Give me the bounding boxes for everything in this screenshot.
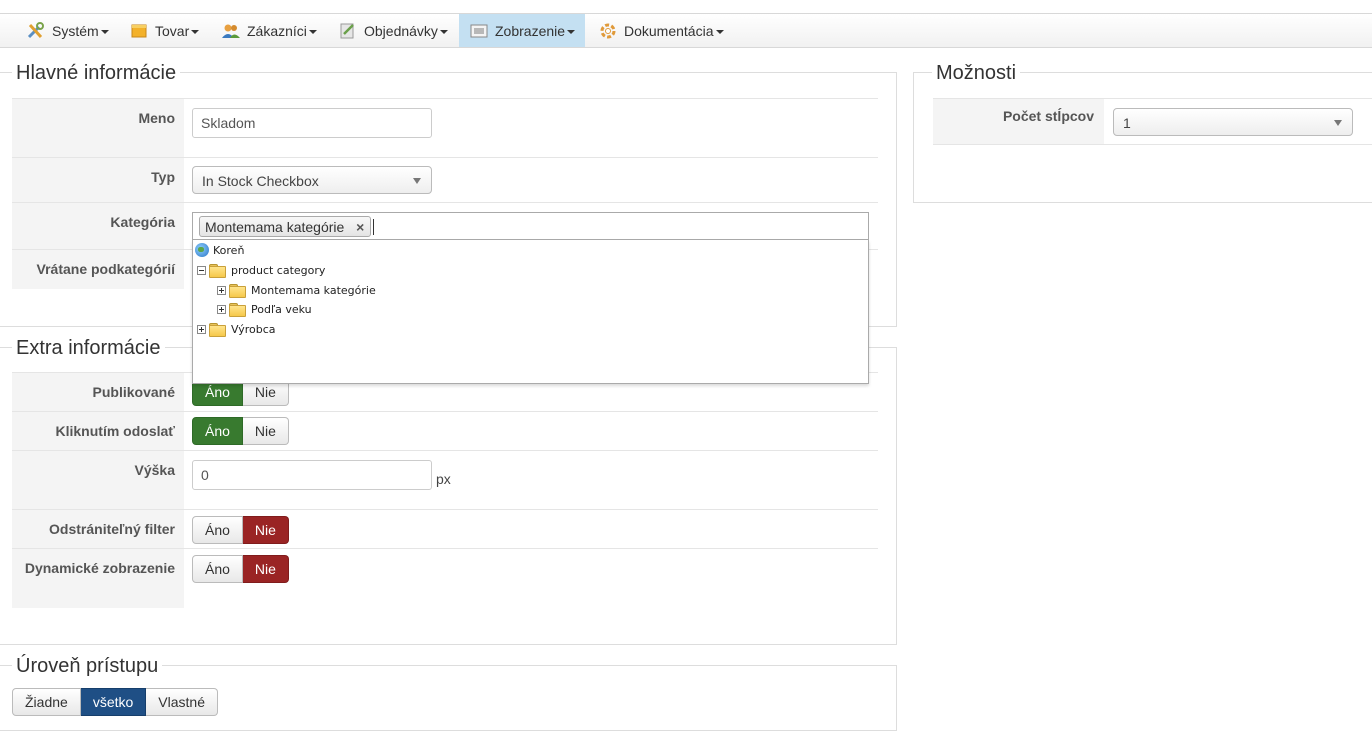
category-multiselect[interactable]: Montemama kategórie × xyxy=(192,212,869,240)
display-icon xyxy=(469,22,489,40)
removable-filter-yes-button[interactable]: Áno xyxy=(192,516,243,544)
submit-on-click-toggle: Áno Nie xyxy=(192,417,289,445)
tree-node-product-category[interactable]: product category xyxy=(197,261,325,279)
name-label: Meno xyxy=(12,99,184,157)
type-select-value: In Stock Checkbox xyxy=(202,173,319,189)
tree-node-label: Výrobca xyxy=(231,322,276,336)
access-none-button[interactable]: Žiadne xyxy=(12,688,81,716)
removable-filter-label: Odstrániteľný filter xyxy=(12,510,184,548)
dynamic-display-yes-button[interactable]: Áno xyxy=(192,555,243,583)
chevron-down-icon xyxy=(413,178,421,184)
published-label: Publikované xyxy=(12,373,184,411)
chevron-down-icon xyxy=(715,29,724,34)
tree-node-label: Montemama kategórie xyxy=(251,283,376,297)
name-row: Meno xyxy=(12,99,878,158)
columns-label: Počet stĺpcov xyxy=(933,99,1104,144)
submit-on-click-row: Kliknutím odoslať xyxy=(12,412,878,451)
submit-on-click-no-button[interactable]: Nie xyxy=(242,417,289,445)
orders-icon xyxy=(338,22,358,40)
folder-open-icon xyxy=(209,263,226,278)
columns-select-value: 1 xyxy=(1123,115,1131,131)
tree-node-label: product category xyxy=(231,263,326,277)
tree-node-by-age[interactable]: Podľa veku xyxy=(217,300,312,318)
height-label: Výška xyxy=(12,451,184,509)
menu-system[interactable]: Systém xyxy=(12,14,119,47)
dynamic-display-label: Dynamické zobrazenie xyxy=(12,549,184,608)
menu-system-label: Systém xyxy=(52,22,99,39)
access-custom-button[interactable]: Vlastné xyxy=(146,688,218,716)
options-legend: Možnosti xyxy=(932,61,1021,85)
expand-icon[interactable] xyxy=(217,304,226,314)
height-unit: px xyxy=(436,471,451,487)
dynamic-display-no-button[interactable]: Nie xyxy=(242,555,289,583)
globe-icon xyxy=(195,243,209,257)
chevron-down-icon xyxy=(439,29,448,34)
dynamic-display-toggle: Áno Nie xyxy=(192,555,289,583)
chevron-down-icon xyxy=(308,29,317,34)
access-level-toggle: Žiadne všetko Vlastné xyxy=(12,688,218,716)
removable-filter-toggle: Áno Nie xyxy=(192,516,289,544)
menu-orders[interactable]: Objednávky xyxy=(324,14,458,47)
type-select[interactable]: In Stock Checkbox xyxy=(192,166,432,194)
extra-info-table: Publikované Kliknutím odoslať Výška Odst… xyxy=(12,372,878,608)
category-label: Kategória xyxy=(12,203,184,249)
columns-select[interactable]: 1 xyxy=(1113,108,1353,136)
access-all-button[interactable]: všetko xyxy=(80,688,147,716)
main-menu-bar: Systém Tovar Zákazníci Objednávky Zobraz… xyxy=(0,13,1372,48)
expand-icon[interactable] xyxy=(197,324,206,334)
chevron-down-icon xyxy=(100,29,109,34)
chevron-down-icon xyxy=(191,29,200,34)
removable-filter-no-button[interactable]: Nie xyxy=(242,516,289,544)
help-icon xyxy=(598,22,618,40)
collapse-icon[interactable] xyxy=(197,265,206,275)
menu-documentation-label: Dokumentácia xyxy=(624,22,714,39)
folder-icon xyxy=(229,302,246,317)
menu-display[interactable]: Zobrazenie xyxy=(459,14,586,47)
category-tree-dropdown[interactable]: Koreň product category Montemama kategór… xyxy=(192,240,869,384)
name-input[interactable]: Skladom xyxy=(192,108,432,138)
category-tag-label: Montemama kategórie xyxy=(205,219,345,235)
close-icon[interactable]: × xyxy=(356,219,364,235)
menu-customers-label: Zákazníci xyxy=(247,22,307,39)
menu-display-label: Zobrazenie xyxy=(495,22,566,39)
category-tag: Montemama kategórie × xyxy=(199,216,372,237)
folder-icon xyxy=(209,322,226,337)
type-label: Typ xyxy=(12,158,184,202)
tree-node-label: Podľa veku xyxy=(251,302,312,316)
folder-icon xyxy=(229,283,246,298)
users-icon xyxy=(221,22,241,40)
tree-node-root[interactable]: Koreň xyxy=(195,241,244,259)
menu-orders-label: Objednávky xyxy=(364,22,438,39)
menu-products[interactable]: Tovar xyxy=(115,14,209,47)
text-cursor xyxy=(373,219,374,235)
box-icon xyxy=(129,22,149,40)
extra-info-legend: Extra informácie xyxy=(12,336,165,360)
menu-products-label: Tovar xyxy=(155,22,190,39)
tree-node-label: Koreň xyxy=(213,243,245,257)
removable-filter-row: Odstrániteľný filter xyxy=(12,510,878,549)
expand-icon[interactable] xyxy=(217,285,226,295)
tools-icon xyxy=(26,21,46,40)
main-info-legend: Hlavné informácie xyxy=(12,61,181,85)
menu-documentation[interactable]: Dokumentácia xyxy=(584,14,734,47)
include-subcategories-label: Vrátane podkategórií xyxy=(12,250,184,289)
chevron-down-icon xyxy=(567,29,576,34)
dynamic-display-row: Dynamické zobrazenie xyxy=(12,549,878,608)
tree-node-manufacturer[interactable]: Výrobca xyxy=(197,320,276,338)
chevron-down-icon xyxy=(1334,120,1342,126)
tree-node-montemama[interactable]: Montemama kategórie xyxy=(217,281,376,299)
height-input[interactable]: 0 xyxy=(192,460,432,490)
submit-on-click-label: Kliknutím odoslať xyxy=(12,412,184,450)
submit-on-click-yes-button[interactable]: Áno xyxy=(192,417,243,445)
access-level-legend: Úroveň prístupu xyxy=(12,654,163,678)
type-row: Typ xyxy=(12,158,878,203)
menu-customers[interactable]: Zákazníci xyxy=(207,14,327,47)
